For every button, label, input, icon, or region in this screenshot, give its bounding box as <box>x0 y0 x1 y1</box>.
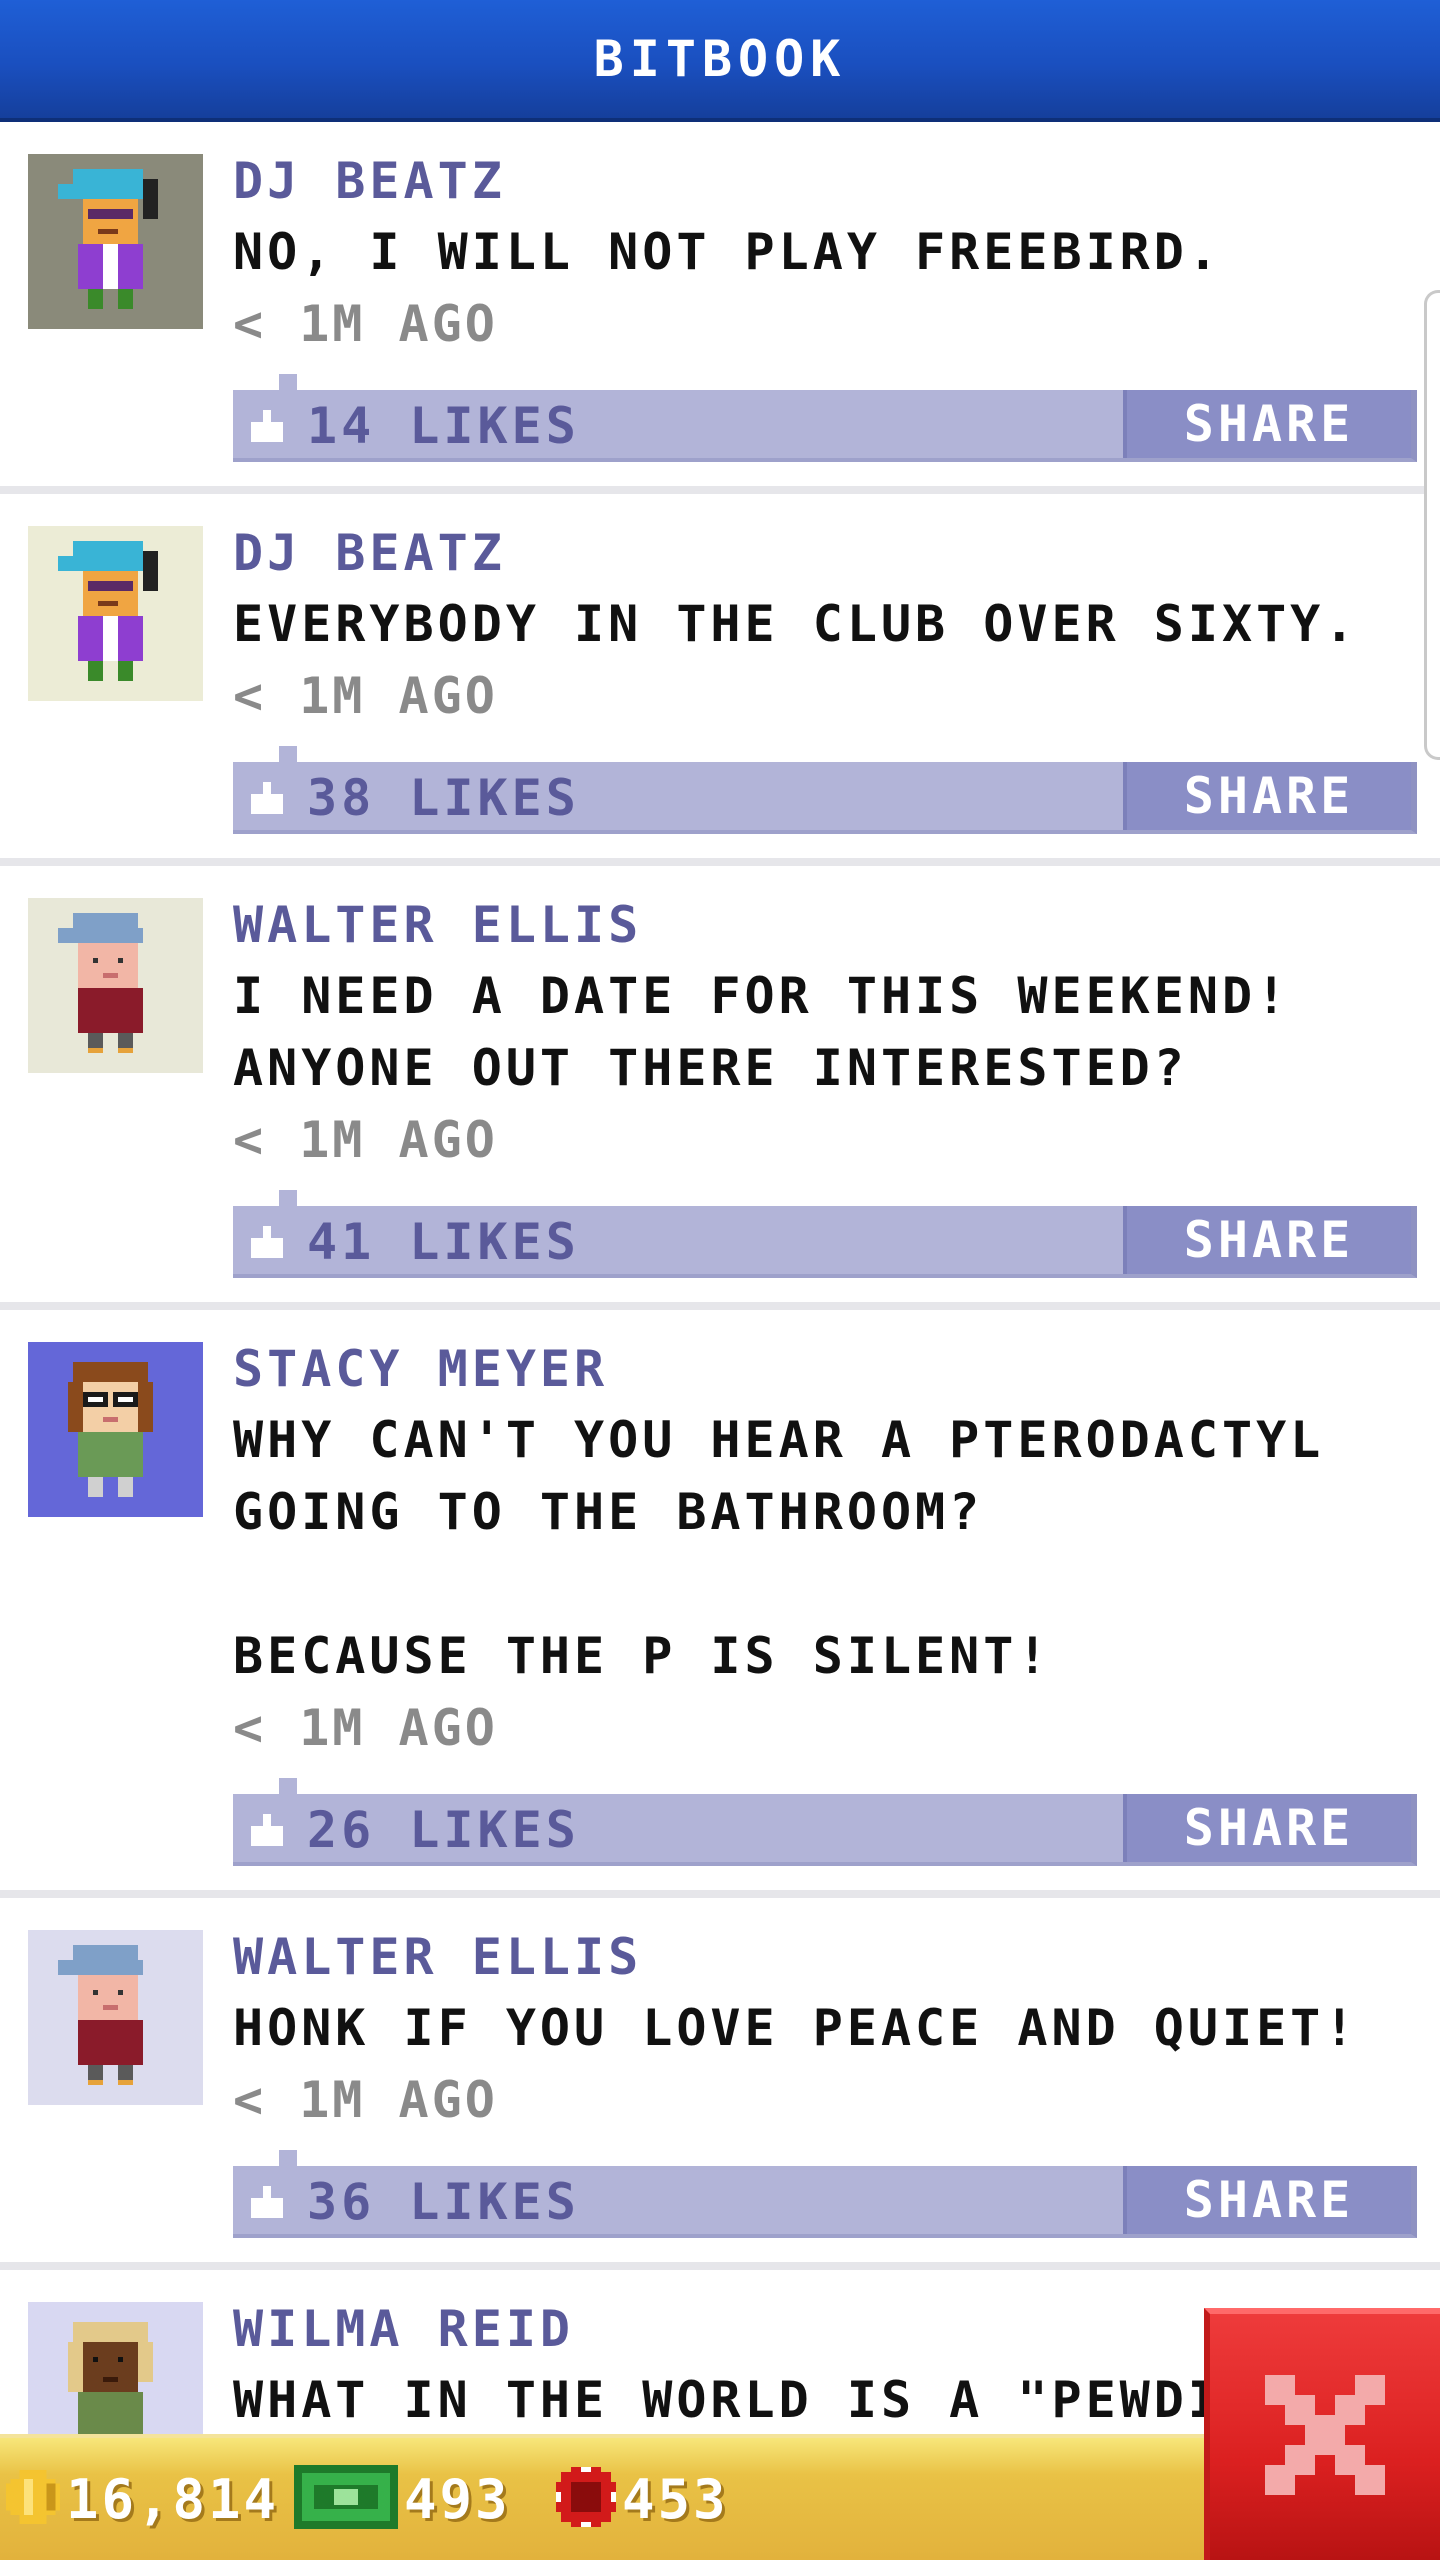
coin-icon <box>6 2470 60 2528</box>
like-bar: 26 LIKES SHARE <box>233 1778 1417 1866</box>
page-title: BITBOOK <box>593 30 847 88</box>
share-button[interactable]: SHARE <box>1123 2166 1411 2234</box>
post-feed[interactable]: DJ BEATZ NO, I WILL NOT PLAY FREEBIRD. <… <box>0 122 1440 2434</box>
like-count[interactable]: 36 LIKES <box>307 2166 580 2238</box>
post-message: HONK IF YOU LOVE PEACE AND QUIET! <box>233 1999 1359 2057</box>
glasses-woman-avatar-icon[interactable] <box>28 1342 203 1517</box>
thumbs-up-icon[interactable] <box>247 1226 287 1258</box>
like-bar: 41 LIKES SHARE <box>233 1190 1417 1278</box>
post-author[interactable]: DJ BEATZ <box>233 146 1410 216</box>
post-time: < 1M AGO <box>233 295 498 353</box>
cash-value: 493 <box>404 2467 511 2531</box>
cash-icon <box>294 2464 398 2534</box>
close-icon <box>1265 2375 1385 2499</box>
post-author[interactable]: DJ BEATZ <box>233 518 1410 588</box>
like-count[interactable]: 41 LIKES <box>307 1206 580 1278</box>
share-button[interactable]: SHARE <box>1123 390 1411 458</box>
post-time: < 1M AGO <box>233 2071 498 2129</box>
like-count[interactable]: 14 LIKES <box>307 390 580 462</box>
like-bar: 14 LIKES SHARE <box>233 374 1417 462</box>
scrollbar[interactable] <box>1424 290 1440 760</box>
bux-stat: 453 <box>556 2438 729 2560</box>
coins-value: 16,814 <box>66 2467 280 2531</box>
post-message: I NEED A DATE FOR THIS WEEKEND! ANYONE O… <box>233 967 1291 1097</box>
like-bar: 38 LIKES SHARE <box>233 746 1417 834</box>
like-count[interactable]: 26 LIKES <box>307 1794 580 1866</box>
post-message: EVERYBODY IN THE CLUB OVER SIXTY. <box>233 595 1359 653</box>
post-author[interactable]: WALTER ELLIS <box>233 890 1410 960</box>
dj-avatar-icon[interactable] <box>28 526 203 701</box>
post-author[interactable]: WALTER ELLIS <box>233 1922 1410 1992</box>
cash-stat: 493 <box>294 2438 511 2560</box>
post-time: < 1M AGO <box>233 1699 498 1757</box>
bux-icon <box>556 2467 616 2531</box>
post-message: WHY CAN'T YOU HEAR A PTERODACTYL GOING T… <box>233 1411 1325 1685</box>
post: STACY MEYER WHY CAN'T YOU HEAR A PTERODA… <box>0 1310 1440 1898</box>
coins-stat: 16,814 <box>6 2438 279 2560</box>
post: WALTER ELLIS I NEED A DATE FOR THIS WEEK… <box>0 866 1440 1310</box>
old-man-avatar-icon[interactable] <box>28 898 203 1073</box>
post: WALTER ELLIS HONK IF YOU LOVE PEACE AND … <box>0 1898 1440 2270</box>
post-time: < 1M AGO <box>233 1111 498 1169</box>
share-button[interactable]: SHARE <box>1123 1206 1411 1274</box>
post-message: NO, I WILL NOT PLAY FREEBIRD. <box>233 223 1222 281</box>
post: DJ BEATZ NO, I WILL NOT PLAY FREEBIRD. <… <box>0 122 1440 494</box>
share-button[interactable]: SHARE <box>1123 1794 1411 1862</box>
like-bar: 36 LIKES SHARE <box>233 2150 1417 2238</box>
dj-avatar-icon[interactable] <box>28 154 203 329</box>
thumbs-up-icon[interactable] <box>247 410 287 442</box>
thumbs-up-icon[interactable] <box>247 1814 287 1846</box>
like-count[interactable]: 38 LIKES <box>307 762 580 834</box>
blonde-woman-avatar-icon[interactable] <box>28 2302 203 2434</box>
share-button[interactable]: SHARE <box>1123 762 1411 830</box>
thumbs-up-icon[interactable] <box>247 782 287 814</box>
bux-value: 453 <box>622 2467 729 2531</box>
thumbs-up-icon[interactable] <box>247 2186 287 2218</box>
post-time: < 1M AGO <box>233 667 498 725</box>
old-man-avatar-icon[interactable] <box>28 1930 203 2105</box>
post: DJ BEATZ EVERYBODY IN THE CLUB OVER SIXT… <box>0 494 1440 866</box>
app-header: BITBOOK <box>0 0 1440 122</box>
post-author[interactable]: STACY MEYER <box>233 1334 1410 1404</box>
close-button[interactable] <box>1204 2308 1440 2560</box>
